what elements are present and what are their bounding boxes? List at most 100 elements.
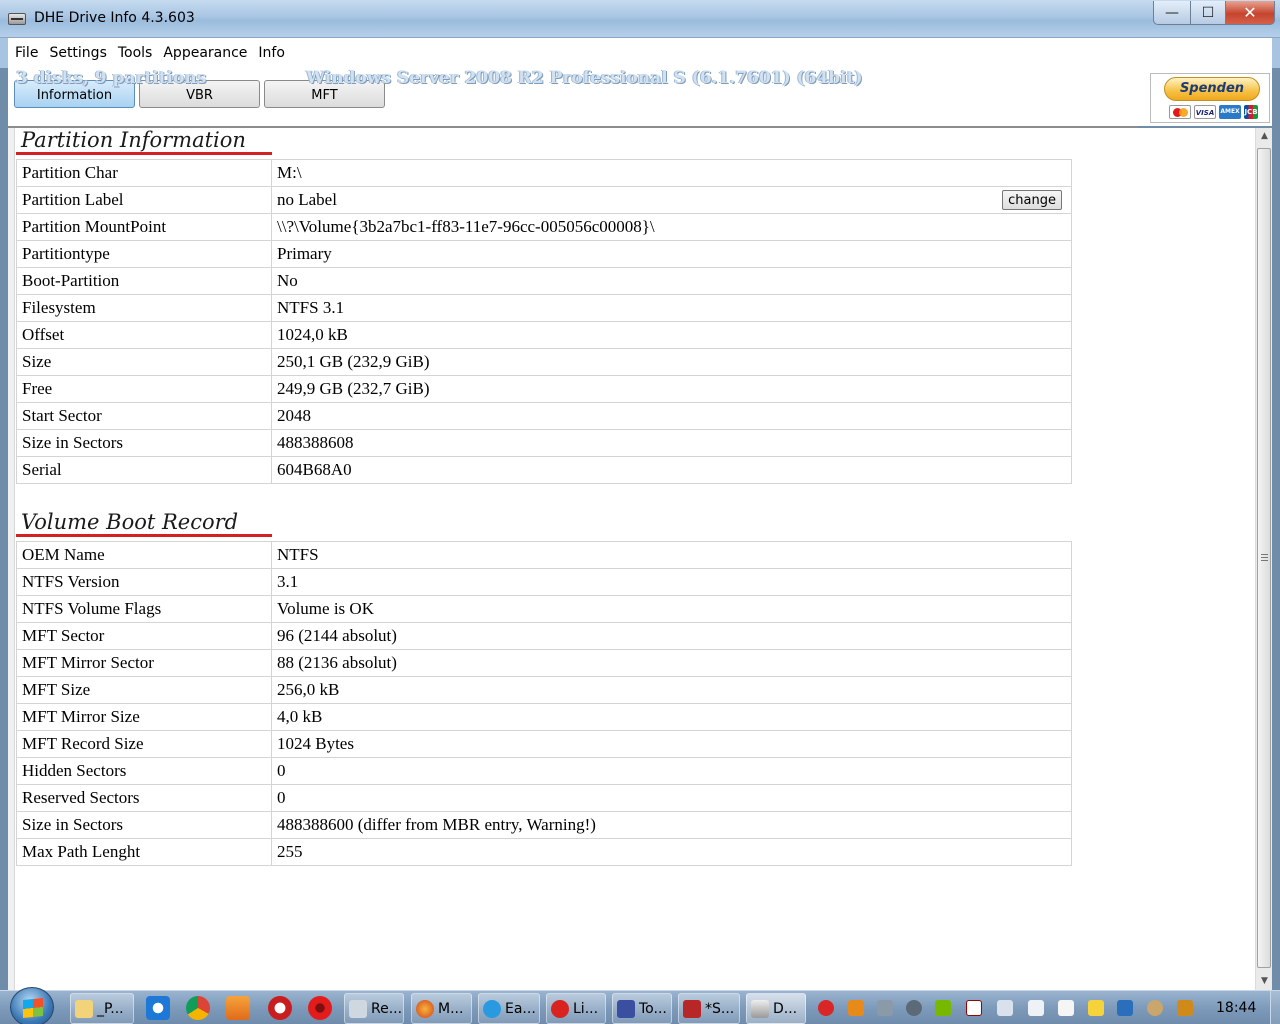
row-key: Partitiontype: [16, 240, 272, 268]
table-row: MFT Mirror Sector 88 (2136 absolut): [16, 649, 1072, 677]
tray-java-icon[interactable]: [848, 1000, 864, 1016]
puzzle-icon: [683, 999, 701, 1018]
table-row: Partition MountPoint \\?\Volume{3b2a7bc1-…: [16, 213, 1072, 241]
show-desktop-button[interactable]: [1270, 991, 1280, 1024]
scrollbar-thumb[interactable]: [1257, 148, 1271, 968]
grip-icon: [1261, 554, 1268, 562]
table-row: MFT Size 256,0 kB: [16, 676, 1072, 704]
taskbar-button[interactable]: Ea...: [478, 993, 540, 1024]
row-key: MFT Mirror Size: [16, 703, 272, 731]
document-icon: [349, 999, 367, 1018]
windows-logo-icon: [23, 997, 43, 1019]
row-key: NTFS Version: [16, 568, 272, 596]
taskbar-clock[interactable]: 18:44: [1216, 1000, 1256, 1016]
menu-info[interactable]: Info: [258, 45, 285, 61]
row-value: 250,1 GB (232,9 GiB): [271, 348, 1072, 376]
media-player-icon[interactable]: [226, 996, 250, 1020]
start-button[interactable]: [10, 987, 54, 1024]
menu-file[interactable]: File: [15, 45, 38, 61]
row-key: Offset: [16, 321, 272, 349]
tray-user-icon[interactable]: [1147, 1000, 1163, 1016]
taskbar-button[interactable]: _P...: [70, 993, 134, 1024]
taskbar-button-label: M...: [438, 1000, 464, 1017]
taskbar-button[interactable]: Re...: [344, 993, 404, 1024]
disk-count-label: 3 disks, 9 partitions: [16, 68, 207, 88]
table-row: MFT Mirror Size 4,0 kB: [16, 703, 1072, 731]
row-value: NTFS: [271, 541, 1072, 569]
table-row: Filesystem NTFS 3.1: [16, 294, 1072, 322]
taskbar-button[interactable]: M...: [411, 993, 472, 1024]
mastercard-icon: [1169, 105, 1191, 119]
scroll-down-icon[interactable]: ▼: [1256, 973, 1272, 990]
ie-icon[interactable]: [146, 996, 170, 1020]
window-title: DHE Drive Info 4.3.603: [34, 10, 195, 26]
change-label-button[interactable]: change: [1002, 190, 1062, 210]
vertical-scrollbar[interactable]: ▲ ▼: [1255, 128, 1272, 990]
row-key: MFT Mirror Sector: [16, 649, 272, 677]
visa-icon: VISA: [1194, 105, 1216, 119]
tray-p-icon[interactable]: [1117, 1000, 1133, 1016]
table-row: Size 250,1 GB (232,9 GiB): [16, 348, 1072, 376]
table-row: NTFS Volume Flags Volume is OK: [16, 595, 1072, 623]
section-underline: [16, 152, 272, 155]
jcb-icon: JCB: [1244, 105, 1258, 119]
tray-app-icon[interactable]: [818, 1000, 834, 1016]
flag-icon[interactable]: [1058, 1000, 1074, 1016]
chrome-icon[interactable]: [186, 996, 210, 1020]
scroll-up-icon[interactable]: ▲: [1256, 128, 1272, 145]
folder-icon: [75, 999, 93, 1018]
tray-b-icon[interactable]: [966, 1000, 982, 1016]
speaker-icon[interactable]: [1028, 1000, 1044, 1016]
taskbar-button[interactable]: Li...: [546, 993, 606, 1024]
taskbar-button-label: _P...: [97, 1000, 124, 1017]
menu-settings[interactable]: Settings: [49, 45, 106, 61]
row-value: 88 (2136 absolut): [271, 649, 1072, 677]
row-value: 96 (2144 absolut): [271, 622, 1072, 650]
tray-monitor-icon[interactable]: [997, 1000, 1013, 1016]
menu-bar: File Settings Tools Appearance Info: [0, 38, 1280, 68]
opera-icon[interactable]: [308, 996, 332, 1020]
row-key: Size: [16, 348, 272, 376]
table-row: Size in Sectors 488388608: [16, 429, 1072, 457]
close-button[interactable]: ✕: [1225, 1, 1275, 25]
row-value: 488388600 (differ from MBR entry, Warnin…: [271, 811, 1072, 839]
row-value: 2048: [271, 402, 1072, 430]
taskbar-button-active[interactable]: D...: [746, 993, 806, 1024]
tray-notes-icon[interactable]: [1088, 1000, 1104, 1016]
taskbar: _P... Re... M... Ea... Li... To... *S...…: [0, 987, 1280, 1024]
menu-tools[interactable]: Tools: [118, 45, 153, 61]
row-key: Partition MountPoint: [16, 213, 272, 241]
table-row: Reserved Sectors 0: [16, 784, 1072, 812]
row-key: Partition Label: [16, 186, 272, 214]
table-row: Start Sector 2048: [16, 402, 1072, 430]
tray-network-icon[interactable]: [877, 1000, 893, 1016]
menu-appearance[interactable]: Appearance: [163, 45, 247, 61]
row-key: Size in Sectors: [16, 811, 272, 839]
table-row: Max Path Lenght 255: [16, 838, 1072, 866]
row-value: 1024 Bytes: [271, 730, 1072, 758]
app-icon[interactable]: [268, 996, 292, 1020]
taskbar-button[interactable]: To...: [612, 993, 672, 1024]
tray-nvidia-icon[interactable]: [935, 1000, 951, 1016]
app-icon: [551, 999, 569, 1018]
payment-cards: VISA AMEX JCB: [1169, 105, 1258, 119]
floppy-icon: [617, 999, 635, 1018]
donate-button[interactable]: Spenden: [1164, 77, 1260, 101]
table-row: MFT Sector 96 (2144 absolut): [16, 622, 1072, 650]
minimize-button[interactable]: —: [1153, 1, 1191, 25]
taskbar-button[interactable]: *S...: [678, 993, 740, 1024]
easeus-icon: [483, 999, 501, 1018]
tray-app2-icon[interactable]: [1177, 1000, 1193, 1016]
row-value: 249,9 GB (232,7 GiB): [271, 375, 1072, 403]
row-key: Start Sector: [16, 402, 272, 430]
row-key: MFT Record Size: [16, 730, 272, 758]
maximize-button[interactable]: ☐: [1190, 1, 1226, 25]
row-value: 1024,0 kB: [271, 321, 1072, 349]
left-gutter: [8, 128, 15, 990]
row-value: 3.1: [271, 568, 1072, 596]
content-panel: Partition Information Partition Char M:\ …: [8, 128, 1272, 990]
taskbar-button-label: Re...: [371, 1000, 403, 1017]
tray-mouse-icon[interactable]: [906, 1000, 922, 1016]
table-row: OEM Name NTFS: [16, 541, 1072, 569]
row-value: 4,0 kB: [271, 703, 1072, 731]
